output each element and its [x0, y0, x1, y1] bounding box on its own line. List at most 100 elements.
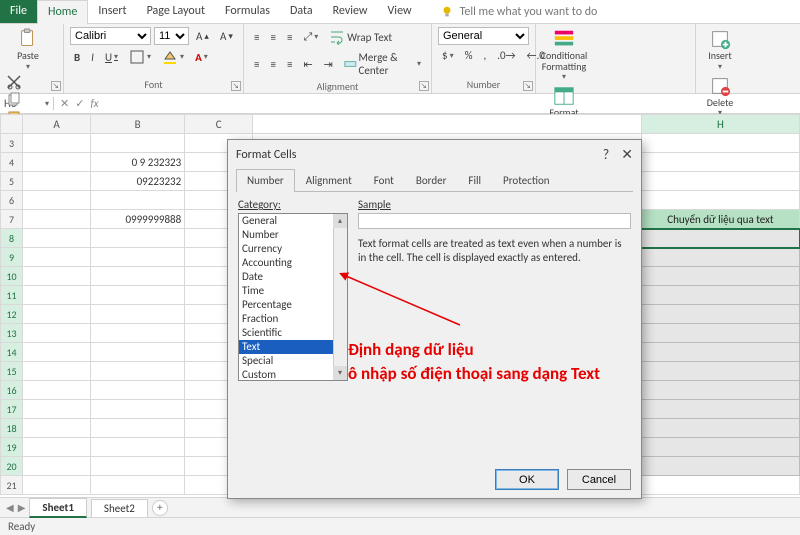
paste-button[interactable]: Paste ▾ [6, 27, 50, 72]
cell-A10[interactable] [23, 267, 91, 286]
row-header-13[interactable]: 13 [1, 324, 23, 343]
cell-A9[interactable] [23, 248, 91, 267]
sheet-nav-prev[interactable]: ◀ [6, 501, 14, 514]
increase-decimal-button[interactable]: .0→ [493, 47, 519, 64]
row-header-11[interactable]: 11 [1, 286, 23, 305]
cell-B11[interactable] [91, 286, 185, 305]
sheet-nav-next[interactable]: ▶ [18, 501, 26, 514]
merge-center-button[interactable]: Merge & Center ▾ [340, 49, 425, 79]
tab-home[interactable]: Home [37, 0, 88, 24]
select-all-corner[interactable] [1, 115, 23, 134]
cell-B19[interactable] [91, 438, 185, 457]
dialog-tab-font[interactable]: Font [363, 169, 405, 191]
delete-cells-button[interactable]: Delete▾ [702, 74, 738, 119]
add-sheet-button[interactable]: + [152, 500, 168, 516]
cell-A11[interactable] [23, 286, 91, 305]
cell-B14[interactable] [91, 343, 185, 362]
cell-H17[interactable] [641, 400, 799, 419]
dialog-close-icon[interactable]: ✕ [621, 146, 633, 163]
cell-B15[interactable] [91, 362, 185, 381]
col-header-h[interactable]: H [641, 115, 799, 134]
font-launcher[interactable]: ↘ [231, 81, 241, 91]
category-item-text[interactable]: Text [239, 340, 347, 354]
cell-H5[interactable] [641, 172, 799, 191]
row-header-20[interactable]: 20 [1, 457, 23, 476]
bold-button[interactable]: B [70, 49, 84, 66]
cancel-button[interactable]: Cancel [567, 469, 631, 490]
align-top-button[interactable]: ≡ [250, 29, 263, 46]
cell-A4[interactable] [23, 153, 91, 172]
align-left-button[interactable]: ≡ [250, 56, 263, 73]
row-header-10[interactable]: 10 [1, 267, 23, 286]
fill-color-button[interactable]: ▾ [158, 47, 188, 67]
comma-format-button[interactable]: , [479, 47, 490, 64]
insert-cells-button[interactable]: Insert▾ [702, 27, 738, 72]
percent-format-button[interactable]: % [461, 47, 477, 64]
row-header-15[interactable]: 15 [1, 362, 23, 381]
category-item-currency[interactable]: Currency [239, 242, 347, 256]
enter-formula-icon[interactable]: ✓ [75, 97, 84, 110]
formula-input[interactable] [105, 98, 800, 110]
cell-B20[interactable] [91, 457, 185, 476]
decrease-font-button[interactable]: A▾ [216, 28, 237, 45]
cell-B5[interactable]: 09223232 [91, 172, 185, 191]
cell-A7[interactable] [23, 210, 91, 229]
row-header-3[interactable]: 3 [1, 134, 23, 153]
cell-H8[interactable] [641, 229, 799, 248]
cell-A17[interactable] [23, 400, 91, 419]
cell-A20[interactable] [23, 457, 91, 476]
align-center-button[interactable]: ≡ [266, 56, 279, 73]
ok-button[interactable]: OK [495, 469, 559, 490]
category-item-fraction[interactable]: Fraction [239, 312, 347, 326]
dialog-tab-number[interactable]: Number [236, 169, 295, 192]
increase-font-button[interactable]: A▴ [192, 28, 213, 45]
row-header-4[interactable]: 4 [1, 153, 23, 172]
col-header-a[interactable]: A [23, 115, 91, 134]
fx-icon[interactable]: fx [90, 97, 98, 110]
cell-A14[interactable] [23, 343, 91, 362]
col-header-b[interactable]: B [91, 115, 185, 134]
cell-A21[interactable] [23, 476, 91, 495]
cell-B17[interactable] [91, 400, 185, 419]
cell-B4[interactable]: 0 9 232323 [91, 153, 185, 172]
cell-B12[interactable] [91, 305, 185, 324]
copy-icon[interactable] [6, 92, 22, 108]
tab-formulas[interactable]: Formulas [215, 0, 280, 23]
accounting-format-button[interactable]: $ ▾ [438, 47, 458, 64]
underline-button[interactable]: U ▾ [101, 49, 122, 66]
align-middle-button[interactable]: ≡ [266, 29, 279, 46]
cut-icon[interactable] [6, 74, 22, 90]
sheet-tab-1[interactable]: Sheet1 [29, 498, 87, 518]
tab-file[interactable]: File [0, 0, 37, 23]
dialog-titlebar[interactable]: Format Cells ? ✕ [228, 140, 641, 169]
row-header-9[interactable]: 9 [1, 248, 23, 267]
cell-H7[interactable]: Chuyển dữ liệu qua text [641, 210, 799, 229]
cell-B7[interactable]: 0999999888 [91, 210, 185, 229]
row-header-19[interactable]: 19 [1, 438, 23, 457]
row-header-14[interactable]: 14 [1, 343, 23, 362]
cell-H19[interactable] [641, 438, 799, 457]
category-item-number[interactable]: Number [239, 228, 347, 242]
font-color-button[interactable]: A▾ [191, 49, 212, 66]
conditional-formatting-button[interactable]: Conditional Formatting▾ [542, 27, 586, 82]
row-header-16[interactable]: 16 [1, 381, 23, 400]
category-item-scientific[interactable]: Scientific [239, 326, 347, 340]
cell-A3[interactable] [23, 134, 91, 153]
orientation-button[interactable]: ⤢▾ [299, 28, 322, 46]
font-size-select[interactable]: 11 [154, 27, 189, 45]
category-item-accounting[interactable]: Accounting [239, 256, 347, 270]
cell-H10[interactable] [641, 267, 799, 286]
cell-A8[interactable] [23, 229, 91, 248]
dialog-tab-protection[interactable]: Protection [492, 169, 561, 191]
cell-A19[interactable] [23, 438, 91, 457]
cell-H16[interactable] [641, 381, 799, 400]
cell-H14[interactable] [641, 343, 799, 362]
category-item-percentage[interactable]: Percentage [239, 298, 347, 312]
align-bottom-button[interactable]: ≡ [283, 29, 296, 46]
row-header-12[interactable]: 12 [1, 305, 23, 324]
cell-A6[interactable] [23, 191, 91, 210]
italic-button[interactable]: I [87, 49, 98, 66]
cell-A18[interactable] [23, 419, 91, 438]
cell-H13[interactable] [641, 324, 799, 343]
tab-review[interactable]: Review [323, 0, 378, 23]
